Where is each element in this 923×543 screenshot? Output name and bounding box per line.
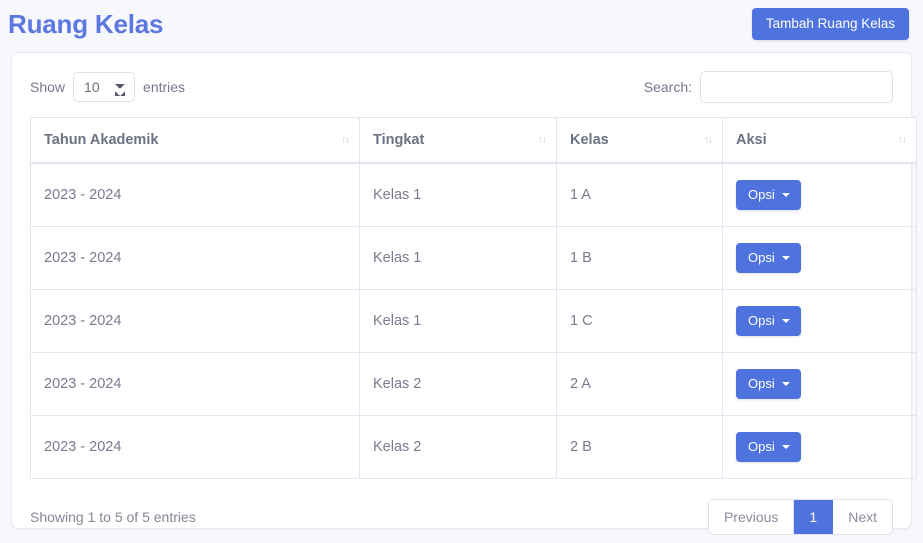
entries-select[interactable]: 10 [73, 72, 136, 102]
data-table-card: Show 10 entries Search: Tahun Akademik ↑… [11, 52, 917, 535]
table-row: 2023 - 2024 Kelas 2 2 A Opsi [30, 352, 917, 416]
table-header-row: Tahun Akademik ↑↓ Tingkat ↑↓ Kelas ↑↓ Ak… [30, 117, 917, 164]
cell-tahun-akademik: 2023 - 2024 [30, 415, 360, 479]
cell-tahun-akademik: 2023 - 2024 [30, 162, 360, 227]
entries-info: Showing 1 to 5 of 5 entries [30, 509, 196, 525]
chevron-down-icon [781, 381, 790, 386]
column-header-aksi[interactable]: Aksi ↑↓ [722, 117, 917, 164]
pagination: Previous 1 Next [707, 499, 893, 535]
cell-tingkat: Kelas 1 [359, 289, 557, 353]
column-header-kelas[interactable]: Kelas ↑↓ [556, 117, 723, 164]
column-label: Tingkat [373, 132, 425, 148]
cell-aksi: Opsi [722, 289, 917, 353]
cell-aksi: Opsi [722, 415, 917, 479]
cell-aksi: Opsi [722, 162, 917, 227]
cell-kelas: 1 B [556, 226, 723, 290]
chevron-down-icon [781, 318, 790, 323]
table-row: 2023 - 2024 Kelas 1 1 A Opsi [30, 162, 917, 227]
opsi-label: Opsi [748, 187, 775, 202]
add-ruang-kelas-button[interactable]: Tambah Ruang Kelas [751, 8, 909, 40]
show-label: Show [30, 79, 66, 95]
cell-tingkat: Kelas 2 [359, 415, 557, 479]
chevron-down-icon [781, 255, 790, 260]
ruang-kelas-table: Tahun Akademik ↑↓ Tingkat ↑↓ Kelas ↑↓ Ak… [30, 117, 917, 479]
sort-arrows-icon: ↑↓ [341, 134, 350, 146]
sort-arrows-icon: ↑↓ [898, 134, 907, 146]
search-input[interactable] [700, 71, 893, 103]
opsi-dropdown-button[interactable]: Opsi [736, 180, 801, 210]
chevron-down-icon [781, 192, 790, 197]
opsi-dropdown-button[interactable]: Opsi [736, 432, 801, 462]
cell-kelas: 2 B [556, 415, 723, 479]
table-row: 2023 - 2024 Kelas 2 2 B Opsi [30, 415, 917, 479]
column-label: Aksi [736, 132, 767, 148]
cell-aksi: Opsi [722, 226, 917, 290]
table-footer: Showing 1 to 5 of 5 entries Previous 1 N… [30, 499, 893, 535]
opsi-label: Opsi [748, 376, 775, 391]
pagination-previous[interactable]: Previous [708, 500, 795, 534]
cell-tingkat: Kelas 1 [359, 162, 557, 227]
pagination-page-1[interactable]: 1 [794, 500, 834, 534]
cell-tahun-akademik: 2023 - 2024 [30, 352, 360, 416]
entries-label: entries [143, 79, 186, 95]
opsi-label: Opsi [748, 250, 775, 265]
sort-arrows-icon: ↑↓ [538, 134, 547, 146]
cell-kelas: 1 C [556, 289, 723, 353]
column-label: Kelas [570, 132, 609, 148]
cell-kelas: 1 A [556, 162, 723, 227]
cell-kelas: 2 A [556, 352, 723, 416]
opsi-dropdown-button[interactable]: Opsi [736, 243, 801, 273]
opsi-dropdown-button[interactable]: Opsi [736, 369, 801, 399]
column-label: Tahun Akademik [44, 132, 159, 148]
page-header: Ruang Kelas Tambah Ruang Kelas [0, 0, 923, 48]
cell-tahun-akademik: 2023 - 2024 [30, 289, 360, 353]
table-controls: Show 10 entries Search: [30, 67, 893, 107]
column-header-tingkat[interactable]: Tingkat ↑↓ [359, 117, 557, 164]
cell-aksi: Opsi [722, 352, 917, 416]
column-header-tahun-akademik[interactable]: Tahun Akademik ↑↓ [30, 117, 360, 164]
table-body: 2023 - 2024 Kelas 1 1 A Opsi 2023 - 2024… [30, 162, 917, 479]
table-head: Tahun Akademik ↑↓ Tingkat ↑↓ Kelas ↑↓ Ak… [30, 117, 917, 164]
opsi-label: Opsi [748, 439, 775, 454]
table-row: 2023 - 2024 Kelas 1 1 C Opsi [30, 289, 917, 353]
opsi-label: Opsi [748, 313, 775, 328]
table-row: 2023 - 2024 Kelas 1 1 B Opsi [30, 226, 917, 290]
search-label: Search: [643, 79, 692, 95]
entries-length-control: Show 10 entries [30, 72, 185, 102]
page-title: Ruang Kelas [8, 9, 164, 39]
sort-arrows-icon: ↑↓ [704, 134, 713, 146]
cell-tingkat: Kelas 1 [359, 226, 557, 290]
cell-tahun-akademik: 2023 - 2024 [30, 226, 360, 290]
cell-tingkat: Kelas 2 [359, 352, 557, 416]
search-control: Search: [644, 71, 893, 103]
opsi-dropdown-button[interactable]: Opsi [736, 306, 801, 336]
pagination-next[interactable]: Next [833, 500, 892, 534]
chevron-down-icon [781, 444, 790, 449]
